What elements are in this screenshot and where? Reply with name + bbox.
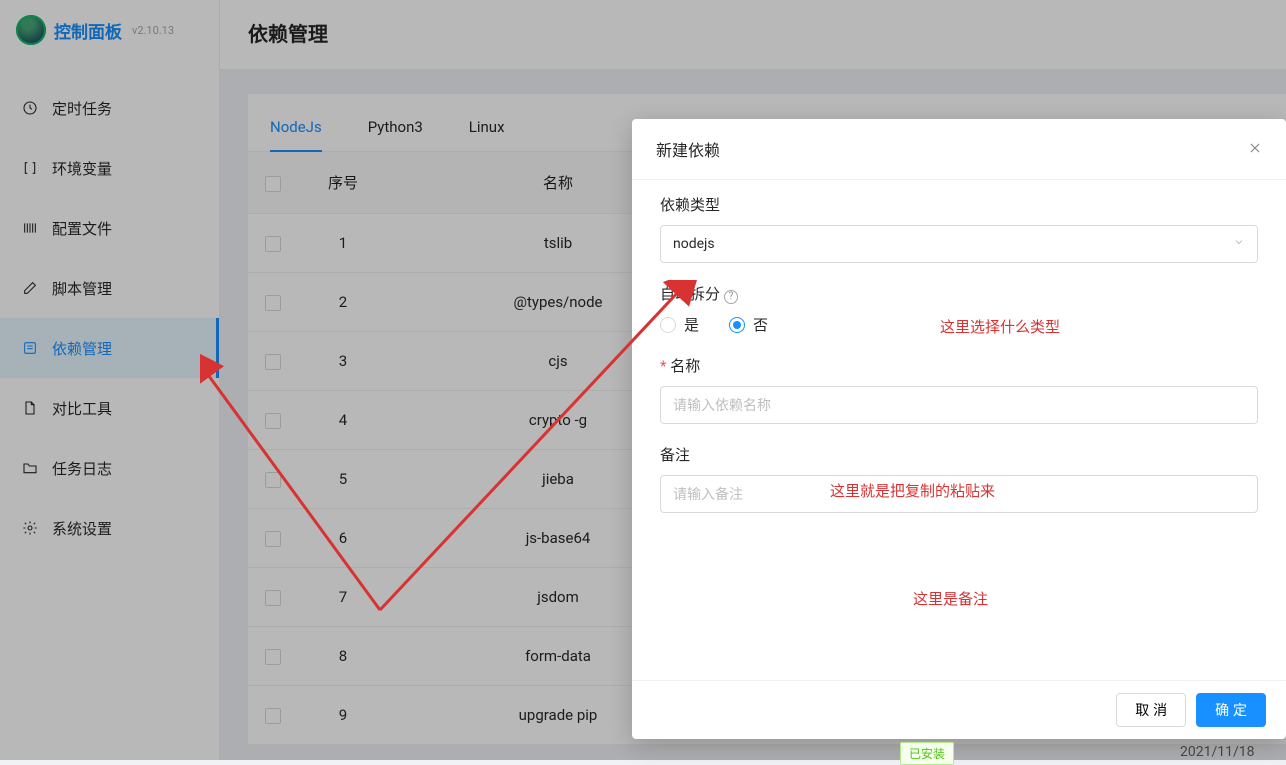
remark-input[interactable] [673,476,1245,512]
field-type: 依赖类型 nodejs [660,194,1258,263]
type-value: nodejs [673,236,715,252]
row-date: 2021/11/18 [1180,744,1255,760]
ok-button[interactable]: 确 定 [1196,693,1266,727]
modal-body: 依赖类型 nodejs 自动拆分? 是 否 名称 备注 [632,180,1286,680]
radio-no[interactable]: 否 [729,314,768,335]
field-remark: 备注 [660,444,1258,513]
chevron-down-icon [1233,236,1245,252]
question-icon[interactable]: ? [724,290,738,304]
field-split: 自动拆分? 是 否 [660,283,1258,335]
modal-title: 新建依赖 [656,137,720,161]
cancel-button[interactable]: 取 消 [1116,693,1186,727]
status-badge: 已安装 [900,742,954,765]
name-input[interactable] [673,387,1245,423]
remark-label: 备注 [660,444,1258,465]
split-label: 自动拆分? [660,283,1258,304]
close-icon[interactable] [1248,140,1262,159]
remark-input-wrap [660,475,1258,513]
new-dependency-modal: 新建依赖 依赖类型 nodejs 自动拆分? 是 否 名称 [632,119,1286,739]
field-name: 名称 [660,355,1258,424]
name-input-wrap [660,386,1258,424]
radio-yes[interactable]: 是 [660,314,699,335]
modal-footer: 取 消 确 定 [632,680,1286,739]
modal-header: 新建依赖 [632,119,1286,180]
split-radio-group: 是 否 [660,314,1258,335]
name-label: 名称 [660,355,1258,376]
type-label: 依赖类型 [660,194,1258,215]
type-select[interactable]: nodejs [660,225,1258,263]
